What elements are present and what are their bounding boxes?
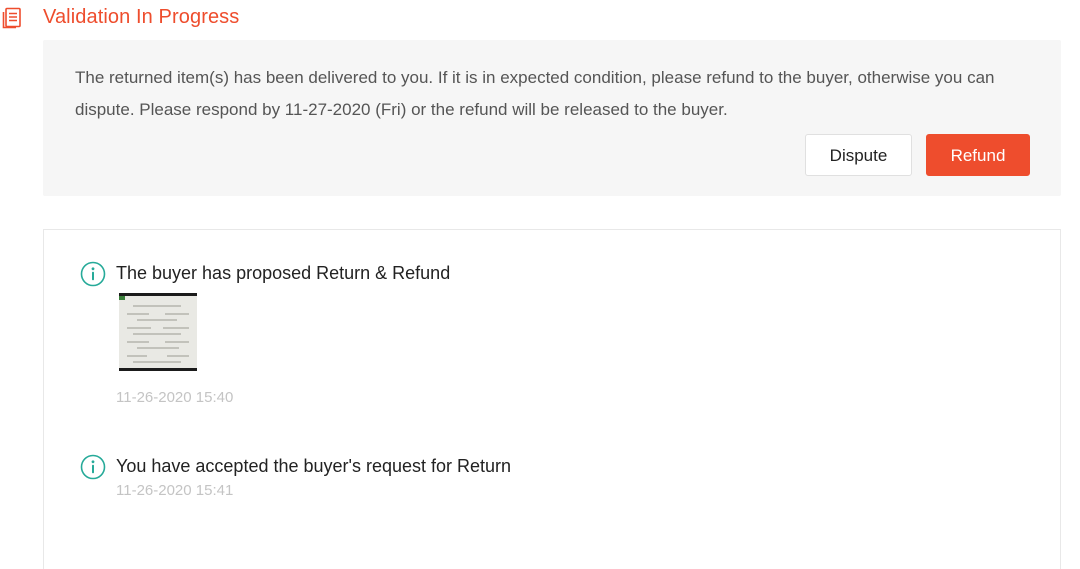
dispute-button[interactable]: Dispute xyxy=(805,134,912,176)
document-list-icon xyxy=(2,7,21,29)
status-header: Validation In Progress xyxy=(0,0,1080,38)
event-title: You have accepted the buyer's request fo… xyxy=(116,456,512,476)
info-icon xyxy=(80,454,106,480)
event-timestamp: 11-26-2020 15:40 xyxy=(116,389,234,406)
document-preview-image xyxy=(119,296,189,363)
event-timestamp: 11-26-2020 15:41 xyxy=(116,482,234,499)
info-icon xyxy=(80,261,106,287)
page-title: Validation In Progress xyxy=(43,6,240,28)
return-history-timeline: The buyer has proposed Return & Refund 1… xyxy=(43,229,1061,569)
timeline-event: You have accepted the buyer's request fo… xyxy=(44,420,1060,540)
event-title: The buyer has proposed Return & Refund xyxy=(116,263,451,283)
notice-message: The returned item(s) has been delivered … xyxy=(75,68,995,119)
action-notice-panel: The returned item(s) has been delivered … xyxy=(43,40,1061,196)
attachment-thumbnail[interactable] xyxy=(119,293,197,371)
timeline-event: The buyer has proposed Return & Refund 1… xyxy=(44,230,1060,420)
refund-button[interactable]: Refund xyxy=(926,134,1030,176)
